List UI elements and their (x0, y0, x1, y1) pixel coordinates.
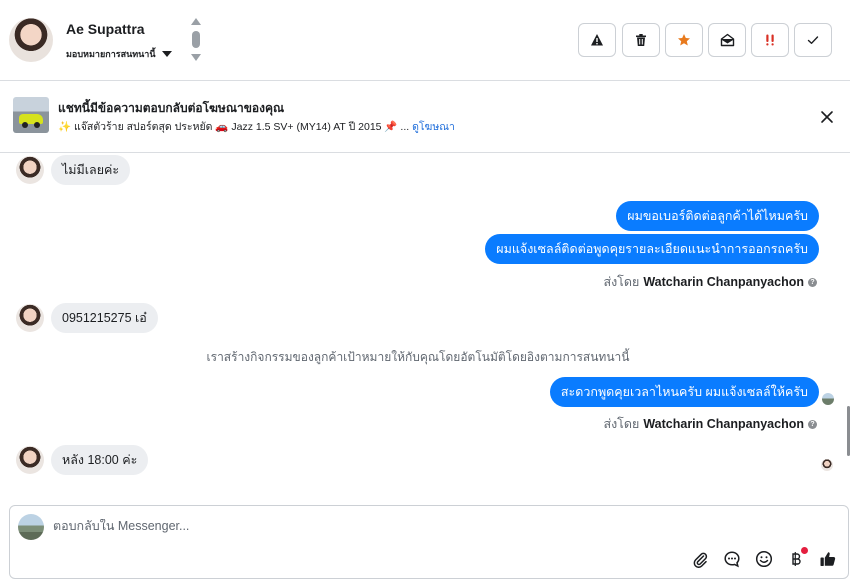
notification-dot (801, 547, 808, 554)
contact-avatar-small[interactable] (16, 446, 44, 474)
emoji-button[interactable] (754, 549, 774, 569)
ad-banner-subtitle: ✨ แจ๊สตัวร้าย สปอร์ตสุด ประหยัด 🚗 Jazz 1… (58, 118, 455, 135)
ad-reply-banner: แชทนี้มีข้อความตอบกลับต่อโฆษณาของคุณ ✨ แ… (0, 81, 850, 153)
like-button[interactable] (818, 549, 838, 569)
smiley-icon (755, 550, 773, 568)
seen-by-avatar (821, 459, 833, 471)
conversation-navigator[interactable] (189, 18, 203, 64)
follow-up-button[interactable] (751, 23, 789, 57)
system-note: เราสร้างกิจกรรมของลูกค้าเป้าหมายให้กับคุ… (206, 350, 630, 364)
payment-button[interactable] (786, 547, 808, 569)
assign-conversation-dropdown[interactable]: มอบหมายการสนทนานี้ (66, 47, 172, 61)
view-ad-link[interactable]: ดูโฆษณา (412, 121, 455, 133)
incoming-message[interactable]: 0951215275 เอ๋ (51, 303, 158, 333)
sent-by-label: ส่งโดย Watcharin Chanpanyachon ? (603, 414, 817, 434)
sent-by-label: ส่งโดย Watcharin Chanpanyachon ? (603, 272, 817, 292)
chevron-down-icon[interactable] (191, 54, 201, 61)
ad-thumbnail[interactable] (13, 97, 49, 133)
star-icon (678, 34, 690, 46)
ad-banner-title: แชทนี้มีข้อความตอบกลับต่อโฆษณาของคุณ (58, 101, 285, 115)
sender-name[interactable]: Watcharin Chanpanyachon (643, 417, 804, 431)
outgoing-message[interactable]: ผมขอเบอร์ติดต่อลูกค้าได้ไหมครับ (616, 201, 819, 231)
conversation-header: Ae Supattra มอบหมายการสนทนานี้ (0, 0, 850, 81)
thumbs-up-icon (820, 552, 836, 566)
contact-avatar[interactable] (9, 18, 53, 62)
contact-avatar-small[interactable] (16, 304, 44, 332)
mark-done-button[interactable] (794, 23, 832, 57)
attach-button[interactable] (690, 549, 710, 569)
warning-icon (591, 34, 603, 46)
mark-unread-button[interactable] (708, 23, 746, 57)
caret-down-icon (161, 51, 172, 57)
incoming-message[interactable]: ไม่มีเลยค่ะ (51, 155, 131, 185)
saved-replies-button[interactable] (722, 549, 742, 569)
chat-bubble-icon (724, 551, 740, 568)
exclamation-icon (766, 34, 774, 46)
delete-button[interactable] (622, 23, 660, 57)
outgoing-message[interactable]: สะดวกพูดคุยเวลาไหนครับ ผมแจ้งเซลล์ให้ครั… (549, 377, 819, 407)
close-icon (821, 111, 833, 123)
incoming-message[interactable]: หลัง 18:00 ค่ะ (51, 445, 149, 475)
star-button[interactable] (665, 23, 703, 57)
page-avatar (18, 514, 44, 540)
ad-description: ✨ แจ๊สตัวร้าย สปอร์ตสุด ประหยัด 🚗 Jazz 1… (58, 121, 410, 133)
info-icon[interactable]: ? (808, 419, 817, 429)
mark-spam-button[interactable] (578, 23, 616, 57)
paperclip-icon (693, 552, 708, 568)
drag-handle-icon (192, 31, 200, 48)
seen-by-avatar (822, 393, 834, 405)
contact-name[interactable]: Ae Supattra (66, 21, 145, 37)
message-thread[interactable]: ไม่มีเลยค่ะ ผมขอเบอร์ติดต่อลูกค้าได้ไหมค… (0, 153, 850, 503)
trash-icon (636, 34, 646, 46)
info-icon[interactable]: ? (808, 277, 817, 287)
message-composer (9, 505, 849, 579)
checkmark-icon (807, 36, 819, 44)
outgoing-message[interactable]: ผมแจ้งเซลล์ติดต่อพูดคุยรายละเอียดแนะนำกา… (485, 234, 819, 264)
envelope-open-icon (720, 33, 734, 47)
sender-name[interactable]: Watcharin Chanpanyachon (643, 275, 804, 289)
contact-avatar-small[interactable] (16, 156, 44, 184)
assign-label: มอบหมายการสนทนานี้ (66, 49, 156, 59)
reply-input[interactable] (53, 519, 653, 533)
chevron-up-icon[interactable] (191, 18, 201, 25)
close-banner-button[interactable] (817, 107, 837, 127)
